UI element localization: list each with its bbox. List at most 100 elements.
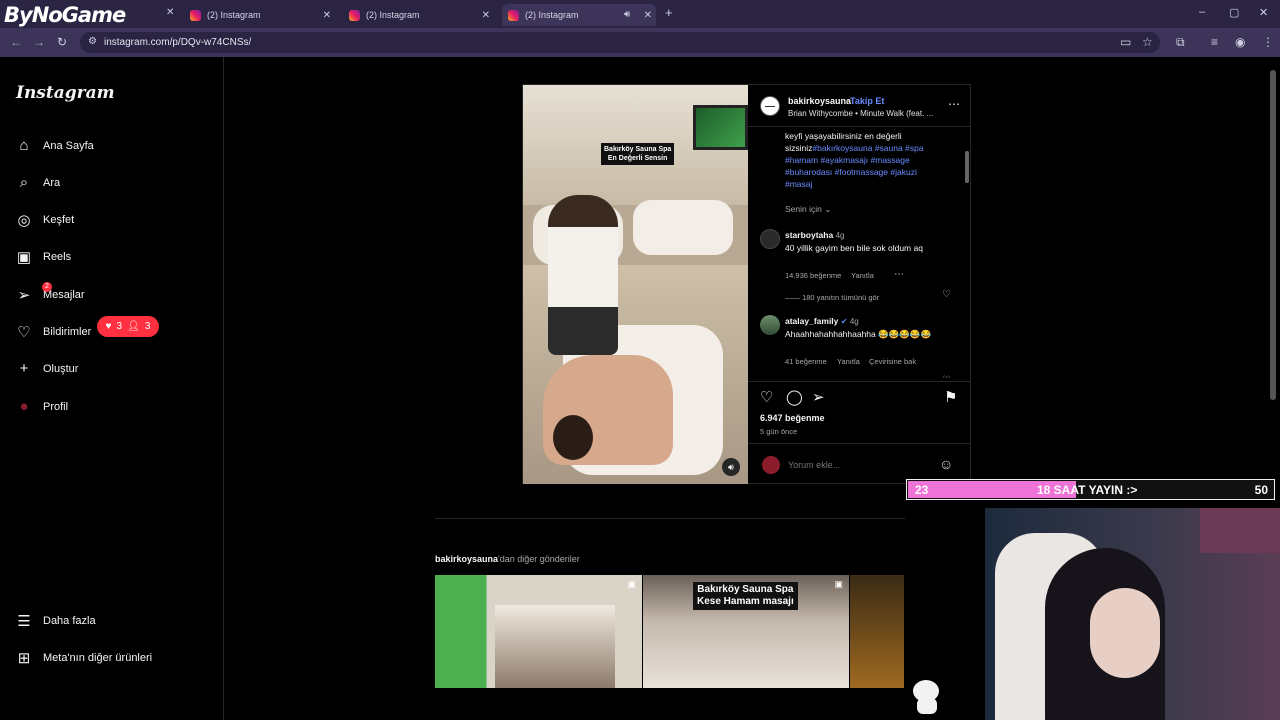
likes-heart-icon: ♥ <box>105 321 112 332</box>
follows-count: 3 <box>144 321 151 332</box>
comment-like-heart-icon[interactable]: ♡ <box>942 289 951 300</box>
maximize-button[interactable]: ▢ <box>1229 6 1239 19</box>
close-tab-icon[interactable]: ✕ <box>482 10 490 21</box>
sidebar-item-label: Bildirimler <box>43 326 92 338</box>
close-tab-icon[interactable]: ✕ <box>166 7 174 18</box>
tab-label: (2) Instagram <box>366 10 420 20</box>
comment-text: Ahaahhahahhahhaahha 😂😂😂😂😂 <box>785 329 932 339</box>
more-post-thumbnail[interactable]: Bakırköy Sauna Spa Kese Hamam masajı ▣ <box>643 575 849 688</box>
sidebar-item-home[interactable]: ⌂ Ana Sayfa <box>16 137 93 154</box>
more-posts-title: bakirkoysauna'dan diğer gönderiler <box>435 554 580 564</box>
add-comment-bar: ☺ <box>748 443 971 484</box>
comment-likes[interactable]: 41 beğenme <box>785 357 827 366</box>
instagram-logo[interactable]: Instagram <box>16 83 115 103</box>
view-replies-link[interactable]: —— 180 yanıtın tümünü gör <box>785 293 879 302</box>
emoji-icon[interactable]: ☺ <box>939 456 953 472</box>
commenter-avatar[interactable] <box>760 229 780 249</box>
sidebar-item-search[interactable]: ⌕ Ara <box>16 174 60 191</box>
speaker-icon: 🔊︎ <box>728 462 734 472</box>
forward-arrow-icon[interactable]: → <box>33 35 45 49</box>
share-send-icon[interactable]: ➢ <box>812 388 825 406</box>
chevron-down-icon: ⌄ <box>824 204 832 214</box>
like-heart-icon[interactable]: ♡ <box>760 388 773 406</box>
comment-like-heart-icon[interactable]: ♡ <box>942 375 951 378</box>
cat-body <box>917 698 937 714</box>
sidebar-item-label: Profil <box>43 400 69 413</box>
apps-icon: ⊞ <box>17 650 31 667</box>
reply-button[interactable]: Yanıtla <box>837 357 860 366</box>
comment-bubble-icon[interactable]: ◯ <box>786 388 803 406</box>
url-text: instagram.com/p/DQv-w74CNSs/ <box>104 37 252 48</box>
more-posts-username[interactable]: bakirkoysauna <box>435 554 498 564</box>
follow-button[interactable]: Takip Et <box>850 96 884 106</box>
browser-tab[interactable]: (2) Instagram ✕ <box>190 4 335 26</box>
close-tab-icon[interactable]: ✕ <box>323 10 331 21</box>
browser-tab-active[interactable]: (2) Instagram 🔊︎ ✕ <box>502 4 656 26</box>
instagram-favicon-icon <box>190 9 201 21</box>
back-arrow-icon[interactable]: ← <box>10 35 22 49</box>
likes-count: 3 <box>116 321 123 332</box>
video-scene-head <box>553 415 593 460</box>
extensions-puzzle-icon[interactable]: ⧉ <box>1176 35 1185 50</box>
video-scene-chair <box>633 200 733 255</box>
more-posts-suffix: 'dan diğer gönderiler <box>498 554 580 564</box>
minimize-button[interactable]: – <box>1199 6 1205 18</box>
sidebar-item-notifications[interactable]: ♡ Bildirimler <box>16 323 91 341</box>
author-username[interactable]: bakirkoysauna <box>788 96 851 106</box>
comment-username[interactable]: atalay_family <box>785 316 838 326</box>
close-window-button[interactable]: ✕ <box>1259 6 1268 19</box>
current-user-avatar <box>762 456 780 474</box>
translate-link[interactable]: Çevirisine bak <box>869 357 916 366</box>
video-scene-masseur <box>548 195 618 355</box>
reel-icon: ▣ <box>627 579 636 589</box>
page-scrollbar[interactable] <box>1270 70 1276 400</box>
tab-label: (2) Instagram <box>525 10 579 20</box>
more-post-thumbnail[interactable]: ▣ <box>435 575 642 688</box>
caption: keyfi yaşayabilirsiniz en değerli sizsin… <box>785 130 945 190</box>
audio-track[interactable]: Brian Withycombe • Minute Walk (feat. ..… <box>788 109 933 118</box>
more-post-thumbnail[interactable] <box>850 575 904 688</box>
browser-menu-icon[interactable]: ⋮ <box>1262 35 1274 49</box>
for-you-label[interactable]: Senin için ⌄ <box>785 204 831 215</box>
stream-progress-bar: 23 18 SAAT YAYIN :> 50 <box>906 479 1275 500</box>
comment-username[interactable]: starboytaha <box>785 230 833 240</box>
author-avatar[interactable] <box>760 96 780 116</box>
section-divider <box>435 518 905 519</box>
sidebar-item-messages[interactable]: ➢ 2 Mesajlar <box>16 282 85 304</box>
like-count[interactable]: 6.947 beğenme <box>760 413 825 423</box>
new-tab-button[interactable]: + <box>665 5 673 20</box>
heart-icon: ♡ <box>17 324 31 341</box>
streamer-webcam <box>985 508 1280 720</box>
comment-time: 4g <box>835 231 845 240</box>
comments-list: keyfi yaşayabilirsiniz en değerli sizsin… <box>748 128 971 378</box>
browser-tab[interactable]: (2) Instagram ✕ <box>349 4 494 26</box>
commenter-avatar[interactable] <box>760 315 780 335</box>
mute-toggle-button[interactable]: 🔊︎ <box>722 458 740 476</box>
sidebar-item-profile[interactable]: ● Profil <box>16 398 68 415</box>
reload-icon[interactable]: ↻ <box>57 35 67 49</box>
reply-button[interactable]: Yanıtla <box>851 271 874 280</box>
sidebar-item-reels[interactable]: ▣ Reels <box>16 248 71 266</box>
bynogame-brand-logo: ByNoGame <box>4 3 126 27</box>
comment-likes[interactable]: 14.936 beğenme <box>785 271 841 280</box>
speaker-audio-icon[interactable]: 🔊︎ <box>624 9 630 20</box>
url-field[interactable]: ⚙ instagram.com/p/DQv-w74CNSs/ <box>80 32 1160 53</box>
sidebar-item-more[interactable]: ☰ Daha fazla <box>16 612 95 630</box>
comments-scroll-thumb[interactable] <box>965 151 969 183</box>
site-info-icon[interactable]: ⚙ <box>88 36 97 47</box>
cast-icon[interactable]: ▭ <box>1120 35 1131 49</box>
profile-icon[interactable]: ◉ <box>1235 35 1245 49</box>
more-options-icon[interactable]: ⋯ <box>948 97 960 111</box>
sidebar-item-explore[interactable]: ◎ Keşfet <box>16 211 74 229</box>
notification-pill[interactable]: ♥ 3 👤︎ 3 <box>97 316 159 337</box>
sidebar-item-create[interactable]: + Oluştur <box>16 360 79 377</box>
post-video[interactable]: Bakırköy Sauna Spa En Değerli Sensin 🔊︎ <box>523 85 748 484</box>
close-tab-icon[interactable]: ✕ <box>644 10 652 21</box>
media-control-icon[interactable]: ≡ <box>1211 35 1218 49</box>
comment-more-icon[interactable]: ⋯ <box>894 269 904 280</box>
bookmark-star-icon[interactable]: ☆ <box>1142 35 1153 49</box>
sidebar-item-meta-products[interactable]: ⊞ Meta'nın diğer ürünleri <box>16 649 152 667</box>
save-bookmark-icon[interactable]: ⚑ <box>944 388 957 406</box>
post-side-panel: bakirkoysauna • Takip Et Brian Withycomb… <box>748 85 971 484</box>
comment-input[interactable] <box>788 460 928 470</box>
